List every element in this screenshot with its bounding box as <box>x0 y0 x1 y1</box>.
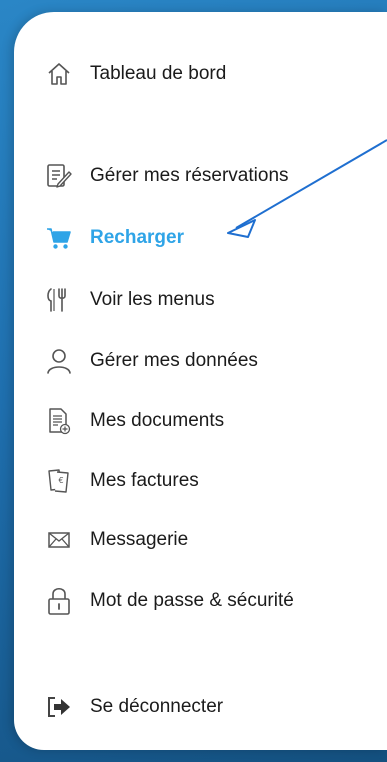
menu-item-label: Mes factures <box>90 470 199 491</box>
menu-item-invoices[interactable]: € Mes factures <box>14 461 387 501</box>
document-icon <box>44 406 74 436</box>
menu-item-label: Recharger <box>90 227 184 248</box>
menu-item-logout[interactable]: Se déconnecter <box>14 687 387 727</box>
home-icon <box>44 59 74 89</box>
cutlery-icon <box>44 285 74 315</box>
cart-icon <box>44 223 74 253</box>
mail-icon <box>44 525 74 555</box>
lock-icon <box>44 586 74 616</box>
menu-item-documents[interactable]: Mes documents <box>14 401 387 441</box>
menu-item-password-security[interactable]: Mot de passe & sécurité <box>14 581 387 621</box>
user-icon <box>44 346 74 376</box>
menu-item-recharge[interactable]: Recharger <box>14 218 387 258</box>
menu-item-label: Gérer mes réservations <box>90 165 289 186</box>
menu-item-messaging[interactable]: Messagerie <box>14 520 387 560</box>
menu-item-label: Se déconnecter <box>90 696 224 717</box>
menu-item-menus[interactable]: Voir les menus <box>14 280 387 320</box>
logout-icon <box>44 692 74 722</box>
menu-item-label: Tableau de bord <box>90 63 227 84</box>
edit-document-icon <box>44 161 74 191</box>
svg-text:€: € <box>59 476 64 485</box>
menu-item-label: Messagerie <box>90 529 189 550</box>
menu-item-reservations[interactable]: Gérer mes réservations <box>14 156 387 196</box>
menu-item-my-data[interactable]: Gérer mes données <box>14 341 387 381</box>
sidebar-menu: Tableau de bord Gérer mes réservations R… <box>14 12 387 750</box>
receipt-icon: € <box>44 466 74 496</box>
menu-item-label: Gérer mes données <box>90 350 258 371</box>
menu-item-dashboard[interactable]: Tableau de bord <box>14 54 387 94</box>
menu-item-label: Voir les menus <box>90 289 215 310</box>
menu-item-label: Mot de passe & sécurité <box>90 590 294 611</box>
menu-item-label: Mes documents <box>90 410 225 431</box>
